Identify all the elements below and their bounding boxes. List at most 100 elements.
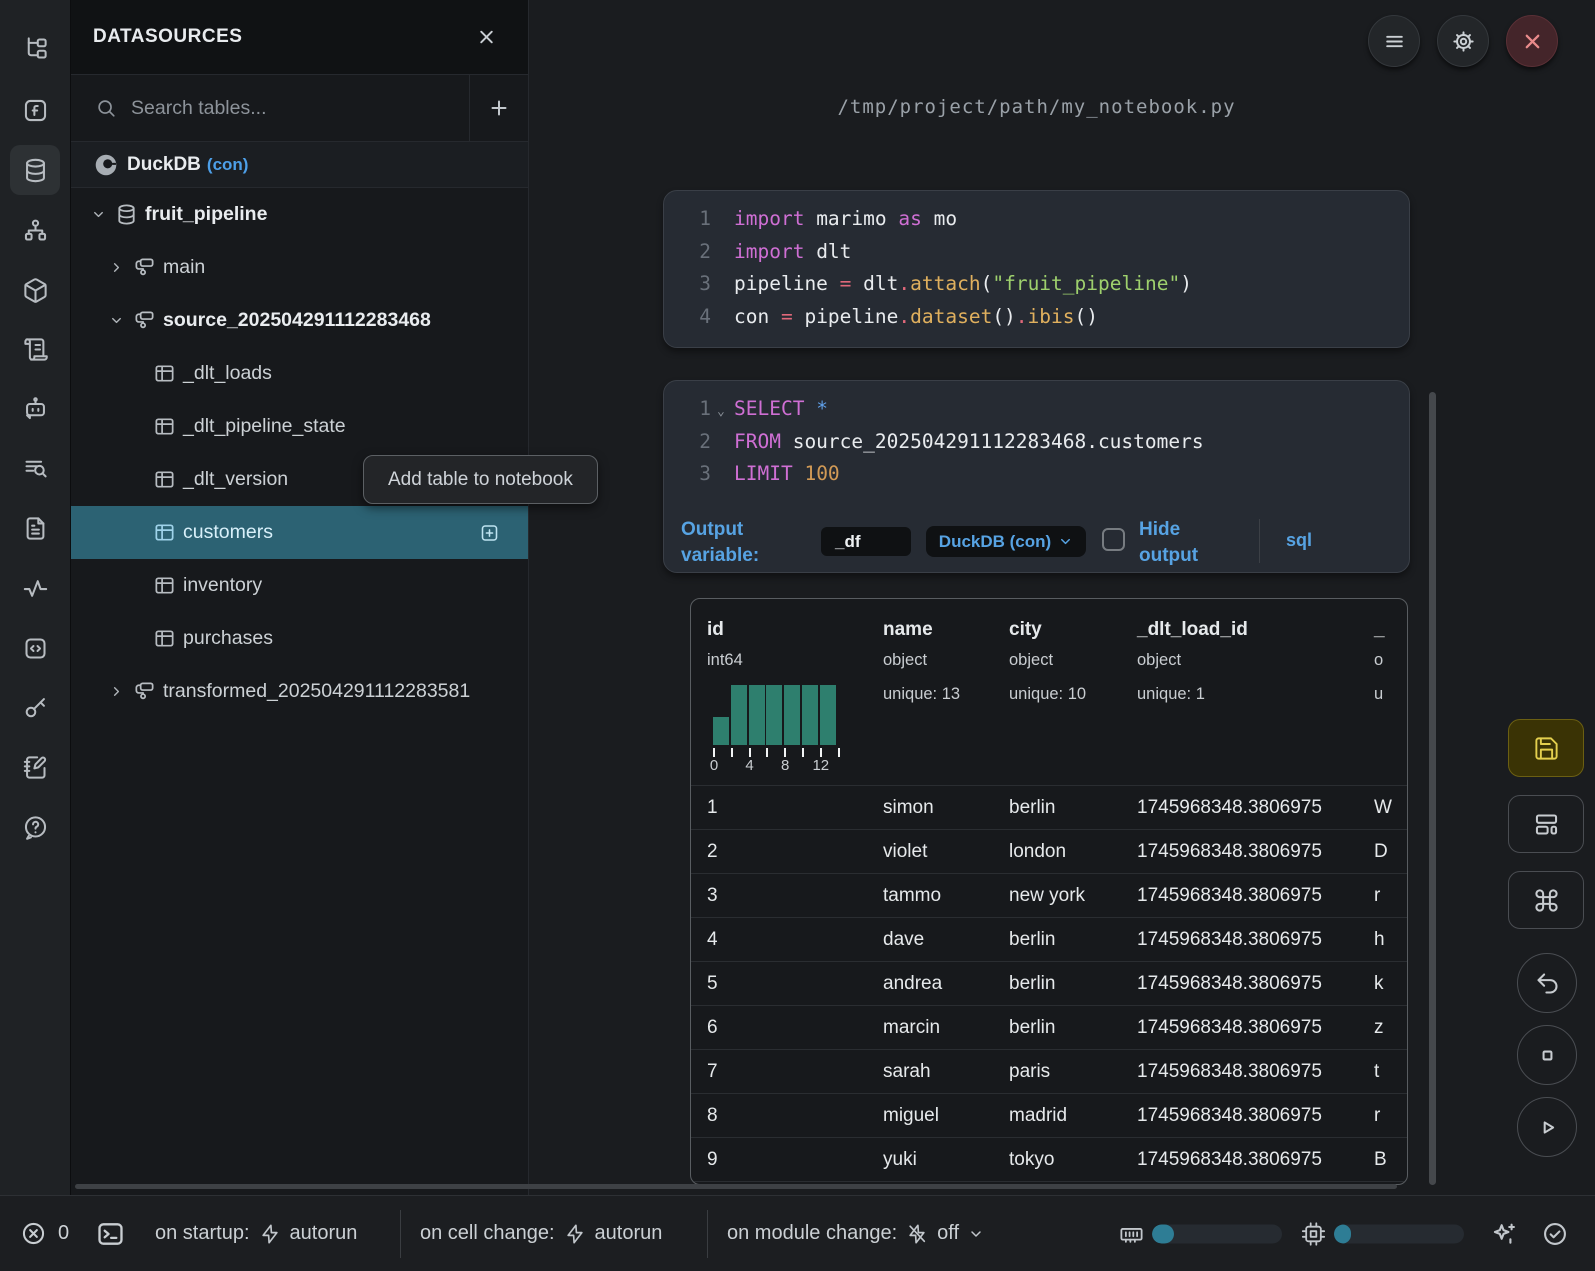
table-cell: 1745968348.3806975 xyxy=(1137,1105,1322,1127)
zap-icon xyxy=(564,1223,586,1245)
token: as xyxy=(898,207,933,230)
table-cell: new york xyxy=(1009,885,1085,907)
add-datasource-button[interactable] xyxy=(469,75,528,141)
rail-item-function[interactable] xyxy=(10,85,60,135)
runtime-on-startup[interactable]: on startup:autorun xyxy=(155,1196,357,1271)
tree-item-customers[interactable]: customers xyxy=(71,506,528,559)
table-row[interactable]: 7sarahparis1745968348.3806975t xyxy=(691,1049,1407,1093)
token: LIMIT xyxy=(734,462,804,485)
sql-code-editor[interactable]: 1⌄SELECT *2FROM source_20250429111228346… xyxy=(664,393,1409,491)
rail-item-scroll[interactable] xyxy=(10,324,60,374)
tree-item-inventory[interactable]: inventory xyxy=(71,559,528,612)
settings-button[interactable] xyxy=(1437,15,1489,67)
table-cell: 3 xyxy=(707,885,718,907)
rail-item-file-text[interactable] xyxy=(10,503,60,553)
table-row[interactable]: 2violetlondon1745968348.3806975D xyxy=(691,829,1407,873)
column-header-name[interactable]: name xyxy=(883,619,933,641)
table-cell: madrid xyxy=(1009,1105,1067,1127)
code-line: 4con = pipeline.dataset().ibis() xyxy=(664,301,1409,334)
rail-workflow-icon xyxy=(22,217,49,244)
table-row[interactable]: 8miguelmadrid1745968348.3806975r xyxy=(691,1093,1407,1137)
table-icon xyxy=(153,468,183,491)
ai-assistant-button[interactable] xyxy=(1490,1220,1518,1248)
rail-item-bot[interactable] xyxy=(10,383,60,433)
notebook-path: /tmp/project/path/my_notebook.py xyxy=(663,96,1410,118)
rail-item-database[interactable] xyxy=(10,145,60,195)
token: = xyxy=(840,272,863,295)
python-cell[interactable]: 1import marimo as mo2import dlt3pipeline… xyxy=(663,190,1410,348)
tree-item-transformed_202504291112283581[interactable]: transformed_202504291112283581 xyxy=(71,665,528,718)
stop-button[interactable] xyxy=(1517,1025,1577,1085)
table-cell: yuki xyxy=(883,1149,917,1171)
column-header-id[interactable]: id xyxy=(707,619,724,641)
table-row[interactable]: 4daveberlin1745968348.3806975h xyxy=(691,917,1407,961)
tree-item-fruit_pipeline[interactable]: fruit_pipeline xyxy=(71,188,528,241)
table-row[interactable]: 6marcinberlin1745968348.3806975z xyxy=(691,1005,1407,1049)
runtime-on-cell-change[interactable]: on cell change:autorun xyxy=(420,1196,662,1271)
search-input[interactable] xyxy=(131,75,461,141)
rail-item-code-box[interactable] xyxy=(10,623,60,673)
error-count: 0 xyxy=(58,1222,69,1245)
table-row[interactable]: 3tammonew york1745968348.3806975r xyxy=(691,873,1407,917)
rail-item-workflow[interactable] xyxy=(10,205,60,255)
column-header-_[interactable]: _ xyxy=(1374,619,1385,641)
rail-item-tree[interactable] xyxy=(10,23,60,73)
histogram-bar xyxy=(766,685,782,745)
add-table-to-notebook-button[interactable] xyxy=(479,522,500,543)
runtime-on-module-change[interactable]: on module change:off xyxy=(727,1196,984,1271)
hide-output-checkbox[interactable] xyxy=(1102,528,1125,551)
tree-item-main[interactable]: main xyxy=(71,241,528,294)
code-text: LIMIT 100 xyxy=(734,458,840,491)
rail-item-notebook-pen[interactable] xyxy=(10,742,60,792)
table-icon xyxy=(153,362,183,385)
undo-button[interactable] xyxy=(1517,953,1577,1013)
save-button[interactable] xyxy=(1508,719,1584,777)
menu-button[interactable] xyxy=(1368,15,1420,67)
tree-item-_dlt_pipeline_state[interactable]: _dlt_pipeline_state xyxy=(71,400,528,453)
connection-name: DuckDB xyxy=(127,154,201,176)
rail-item-cube[interactable] xyxy=(10,265,60,315)
schema-icon xyxy=(133,309,163,332)
rail-item-activity[interactable] xyxy=(10,563,60,613)
table-cell: r xyxy=(1374,1105,1380,1127)
language-badge[interactable]: sql xyxy=(1286,530,1312,551)
table-cell: 1745968348.3806975 xyxy=(1137,797,1322,819)
zap-icon xyxy=(259,1223,281,1245)
horizontal-scrollbar[interactable] xyxy=(75,1184,1397,1189)
sql-cell[interactable]: 1⌄SELECT *2FROM source_20250429111228346… xyxy=(663,380,1410,573)
tree-item-_dlt_loads[interactable]: _dlt_loads xyxy=(71,347,528,400)
keyboard-shortcuts-button[interactable] xyxy=(1508,871,1584,929)
run-button[interactable] xyxy=(1517,1097,1577,1157)
output-variable-input[interactable]: _df xyxy=(821,527,911,556)
tree-item-purchases[interactable]: purchases xyxy=(71,612,528,665)
rail-item-help[interactable] xyxy=(10,802,60,852)
vertical-scrollbar[interactable] xyxy=(1429,392,1436,1185)
code-text: SELECT * xyxy=(734,393,828,426)
token: . xyxy=(898,272,910,295)
table-row[interactable]: 5andreaberlin1745968348.3806975k xyxy=(691,961,1407,1005)
table-cell: 2 xyxy=(707,841,718,863)
terminal-button[interactable] xyxy=(95,1218,126,1249)
close-button[interactable] xyxy=(1506,15,1558,67)
database-icon xyxy=(115,203,145,226)
token: "fruit_pipeline" xyxy=(992,272,1180,295)
panel-close-button[interactable] xyxy=(475,26,498,49)
connection-row[interactable]: DuckDB (con) xyxy=(71,142,528,188)
fold-chevron-icon[interactable]: ⌄ xyxy=(717,396,725,429)
gauge-fill xyxy=(1334,1224,1351,1243)
column-header-city[interactable]: city xyxy=(1009,619,1042,641)
python-code-editor[interactable]: 1import marimo as mo2import dlt3pipeline… xyxy=(664,203,1409,333)
engine-select[interactable]: DuckDB (con) xyxy=(926,526,1086,557)
layout-button[interactable] xyxy=(1508,795,1584,853)
panel-title: DATASOURCES xyxy=(93,26,242,48)
rail-item-key[interactable] xyxy=(10,682,60,732)
rail-item-list-search[interactable] xyxy=(10,443,60,493)
code-text: con = pipeline.dataset().ibis() xyxy=(734,301,1098,334)
column-header-_dlt_load_id[interactable]: _dlt_load_id xyxy=(1137,619,1248,641)
error-indicator[interactable]: 0 xyxy=(20,1196,69,1271)
tree-item-source_202504291112283468[interactable]: source_202504291112283468 xyxy=(71,294,528,347)
table-row[interactable]: 1simonberlin1745968348.3806975W xyxy=(691,785,1407,829)
table-row[interactable]: 9yukitokyo1745968348.3806975B xyxy=(691,1137,1407,1181)
connection-status-button[interactable] xyxy=(1541,1220,1569,1248)
histogram-tick xyxy=(838,748,840,757)
